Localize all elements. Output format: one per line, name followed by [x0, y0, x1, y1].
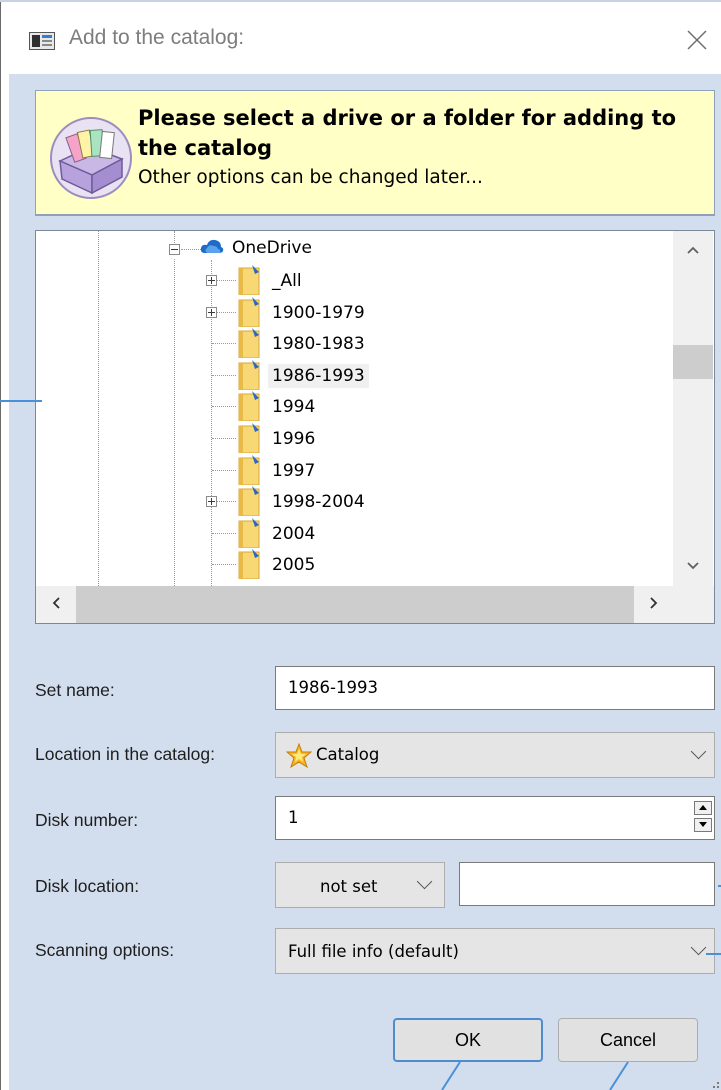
scroll-down-button[interactable]: [673, 551, 713, 581]
scroll-left-button[interactable]: [36, 586, 76, 623]
tree-item-label: 1994: [272, 397, 316, 418]
tree-guide-line: [212, 438, 236, 439]
annotation-line: [0, 400, 42, 402]
tree-item-label: 2005: [272, 555, 316, 576]
close-button[interactable]: [671, 16, 721, 62]
ok-button[interactable]: OK: [393, 1018, 543, 1062]
scanning-options-label: Scanning options:: [35, 940, 175, 960]
chevron-up-icon: [687, 246, 699, 254]
disk-number-stepper[interactable]: 1: [275, 796, 715, 840]
tree-item[interactable]: _All: [36, 265, 666, 297]
tree-guide-line: [212, 469, 236, 471]
chevron-left-icon: [52, 597, 60, 609]
title-bar[interactable]: Add to the catalog:: [1, 2, 721, 74]
tree-item[interactable]: 2004: [36, 517, 666, 550]
horizontal-scroll-thumb[interactable]: [76, 586, 634, 623]
dialog-title: Add to the catalog:: [69, 26, 245, 49]
spin-down-button[interactable]: [694, 818, 712, 832]
folder-tree[interactable]: OneDrive _All 1900-1979 1980-1983 1986-1993…: [35, 230, 715, 624]
tree-node-onedrive[interactable]: OneDrive: [228, 236, 316, 260]
tree-item[interactable]: 1986-1993: [36, 359, 666, 392]
location-value: Catalog: [316, 745, 380, 764]
folder-icon: [238, 549, 260, 580]
onedrive-cloud-icon: [200, 239, 224, 253]
tree-item[interactable]: 1980-1983: [36, 328, 666, 360]
tree-item-label: 1900-1979: [272, 302, 365, 323]
annotation-lines: [441, 1061, 629, 1090]
folder-icon: [238, 265, 260, 295]
catalog-star-icon: [286, 743, 312, 769]
folder-icon: [238, 359, 260, 390]
tree-item-label: 1986-1993: [268, 363, 369, 388]
instruction-banner: Please select a drive or a folder for ad…: [35, 90, 715, 216]
folder-icon: [238, 454, 260, 485]
add-to-catalog-dialog: Add to the catalog: Please select a driv…: [0, 2, 721, 1090]
dialog-client-area: Please select a drive or a folder for ad…: [9, 74, 721, 1090]
chevron-down-icon: [416, 873, 433, 890]
tree-item[interactable]: 2005: [36, 549, 666, 581]
disk-location-label: Disk location:: [35, 876, 140, 896]
tree-item-label: 1980-1983: [272, 334, 365, 355]
chevron-right-icon: [650, 597, 658, 609]
location-label: Location in the catalog:: [35, 744, 215, 764]
catalog-box-icon: [50, 117, 132, 199]
tree-guide-line: [212, 406, 236, 408]
scroll-up-button[interactable]: [673, 235, 713, 265]
tree-item[interactable]: 1997: [36, 454, 666, 487]
disk-number-label: Disk number:: [35, 810, 139, 830]
tree-item[interactable]: 1900-1979: [36, 296, 666, 329]
horizontal-scrollbar[interactable]: [36, 586, 714, 623]
tree-item[interactable]: 1998-2004: [36, 486, 666, 518]
vertical-scrollbar[interactable]: [673, 231, 713, 586]
tree-guide-line: [212, 564, 236, 566]
tree-item-label: _All: [272, 271, 302, 291]
disk-location-value: not set: [320, 877, 378, 896]
tree-item-label: 1996: [272, 429, 316, 449]
folder-icon: [238, 517, 260, 548]
chevron-down-icon: [690, 743, 707, 760]
disk-location-select[interactable]: not set: [275, 862, 445, 908]
dialog-app-icon: [29, 32, 55, 50]
tree-guide-line: [212, 374, 236, 376]
tree-item-label: 2004: [272, 523, 316, 544]
disk-number-value: 1: [288, 808, 299, 827]
location-select[interactable]: Catalog: [275, 732, 715, 778]
chevron-down-icon: [690, 939, 707, 956]
chevron-down-icon: [687, 562, 699, 570]
close-icon: [687, 30, 707, 50]
disk-location-text[interactable]: [459, 862, 715, 906]
collapse-toggle[interactable]: [169, 244, 180, 255]
set-name-label: Set name:: [35, 680, 115, 700]
folder-icon: [238, 328, 260, 359]
tree-guide-line: [181, 249, 201, 250]
banner-title: Please select a drive or a folder for ad…: [138, 106, 677, 160]
folder-icon: [238, 423, 260, 453]
tree-item-label: 1998-2004: [272, 492, 365, 513]
expand-toggle[interactable]: [206, 275, 217, 286]
annotation-line: [706, 953, 721, 955]
scroll-right-button[interactable]: [634, 586, 674, 623]
vertical-scroll-thumb[interactable]: [673, 345, 713, 379]
tree-guide-line: [212, 532, 236, 534]
tree-item[interactable]: 1996: [36, 423, 666, 455]
folder-icon: [238, 296, 260, 327]
banner-subtitle: Other options can be changed later...: [138, 167, 483, 188]
folder-icon: [238, 486, 260, 517]
expand-toggle[interactable]: [206, 306, 217, 318]
folder-icon: [238, 391, 260, 422]
expand-toggle[interactable]: [206, 496, 217, 508]
cancel-button[interactable]: Cancel: [558, 1018, 698, 1062]
tree-item-label: 1997: [272, 460, 316, 481]
set-name-field[interactable]: 1986-1993: [275, 666, 715, 710]
spin-up-button[interactable]: [694, 801, 712, 815]
scanning-options-select[interactable]: Full file info (default): [275, 928, 715, 974]
tree-item[interactable]: 1994: [36, 391, 666, 423]
scanning-options-value: Full file info (default): [288, 942, 459, 961]
resize-grip-icon[interactable]: [707, 1076, 721, 1090]
tree-guide-line: [212, 343, 236, 345]
